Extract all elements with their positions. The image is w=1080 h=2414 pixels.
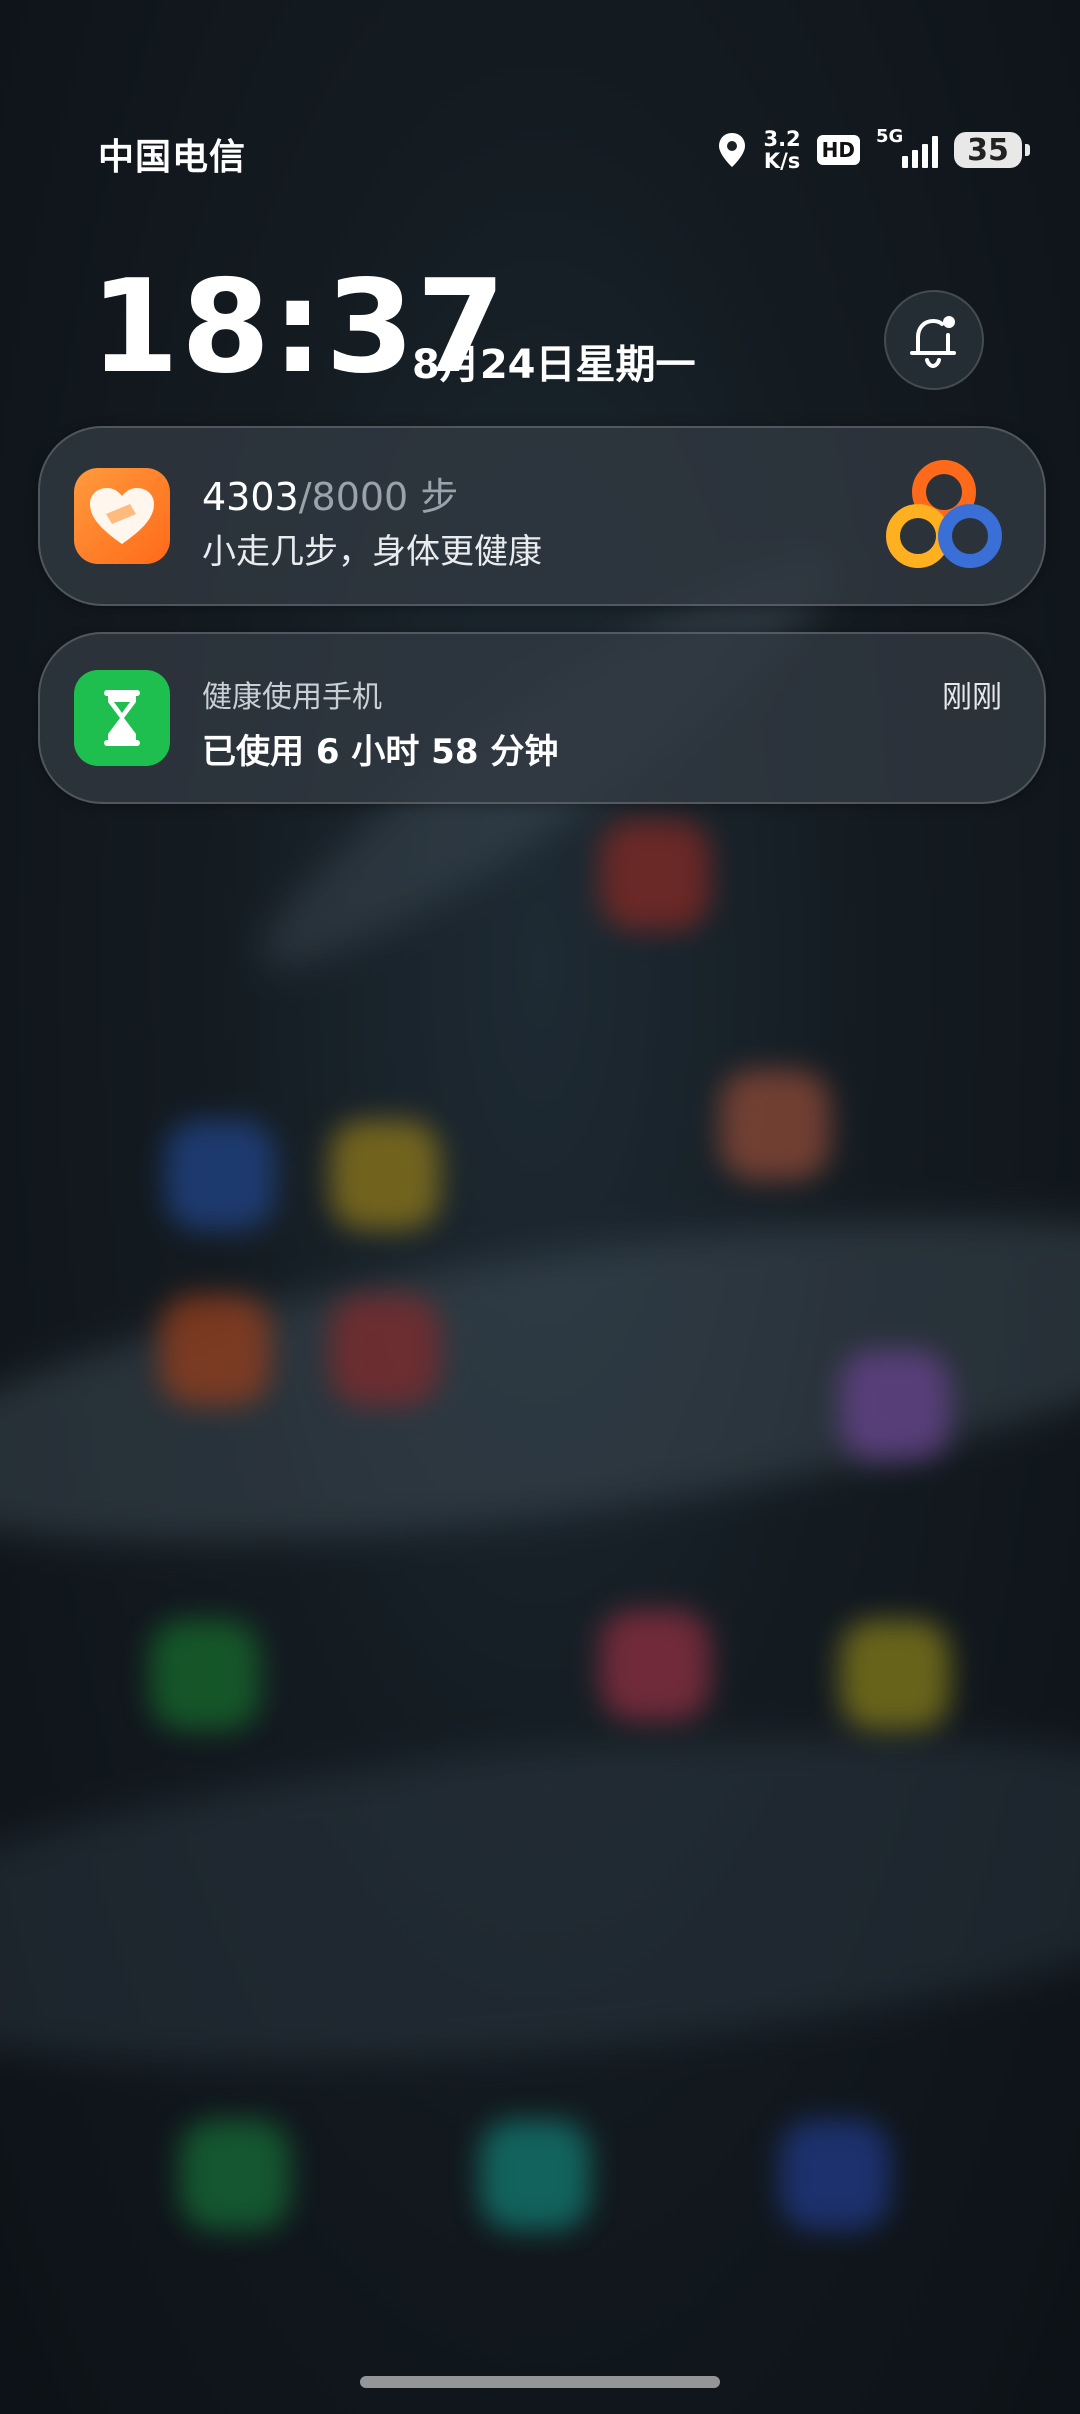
hourglass-icon	[104, 690, 140, 746]
health-app-icon	[74, 468, 170, 564]
health-heart-icon	[90, 488, 154, 544]
carrier-label: 中国电信	[98, 137, 247, 178]
network-speed: 3.2 K/s	[763, 128, 800, 172]
notification-time: 刚刚	[942, 680, 1002, 715]
notification-title: 健康使用手机	[202, 680, 382, 715]
network-speed-value: 3.2	[763, 127, 801, 151]
steps-unit: 步	[408, 475, 459, 519]
status-icons: 3.2 K/s HD 5G 35	[717, 120, 1030, 180]
steps-goal: 8000	[311, 475, 409, 519]
notification-body: 已使用 6 小时 58 分钟	[202, 732, 559, 772]
steps-current: 4303	[202, 475, 299, 519]
steps-count: 4303/8000 步	[202, 466, 458, 521]
location-icon	[719, 133, 746, 167]
notification-bell-button[interactable]	[884, 290, 984, 390]
signal-icon: 5G	[876, 126, 938, 168]
steps-separator: /	[298, 475, 312, 519]
digital-wellbeing-notification-card[interactable]: 健康使用手机 已使用 6 小时 58 分钟 刚刚	[38, 632, 1046, 804]
home-indicator[interactable]	[360, 2376, 720, 2388]
bell-icon	[910, 316, 956, 369]
battery-icon: 35	[954, 132, 1030, 168]
steps-notification-card[interactable]: 4303/8000 步 小走几步，身体更健康	[38, 426, 1046, 606]
battery-level: 35	[967, 132, 1009, 168]
steps-subtitle: 小走几步，身体更健康	[202, 532, 542, 572]
digital-wellbeing-app-icon	[74, 670, 170, 766]
lock-date: 8月24日星期一	[412, 342, 696, 388]
network-type-label: 5G	[876, 126, 904, 147]
activity-rings-icon	[886, 460, 1002, 568]
hd-badge: HD	[816, 135, 860, 165]
status-bar: 中国电信 3.2 K/s HD 5G 35	[0, 120, 1080, 180]
network-speed-unit: K/s	[763, 149, 801, 173]
